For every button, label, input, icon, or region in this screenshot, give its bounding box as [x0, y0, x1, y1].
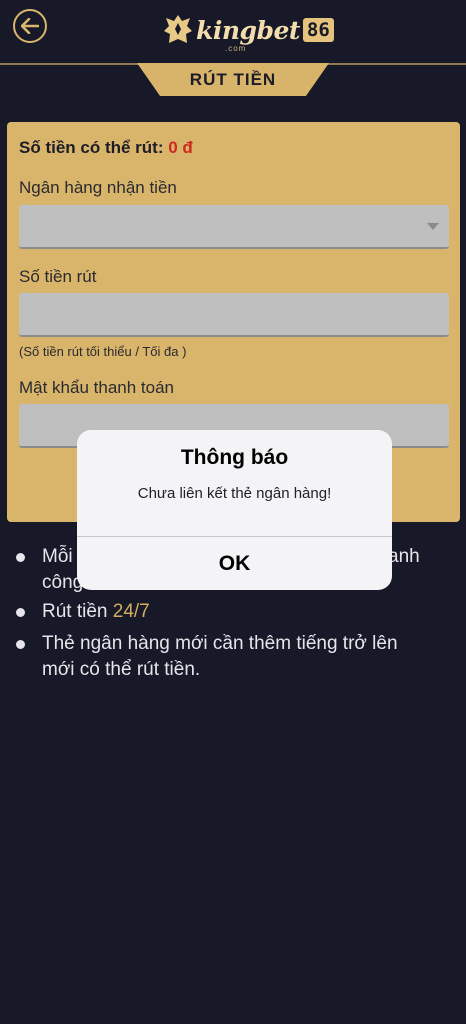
dialog-message: Chưa liên kết thẻ ngân hàng!	[137, 485, 332, 502]
dialog-title: Thông báo	[180, 446, 289, 469]
modal-overlay: Thông báo Chưa liên kết thẻ ngân hàng! O…	[0, 0, 466, 1024]
ok-button[interactable]: OK	[77, 537, 392, 590]
alert-dialog: Thông báo Chưa liên kết thẻ ngân hàng! O…	[77, 430, 392, 590]
